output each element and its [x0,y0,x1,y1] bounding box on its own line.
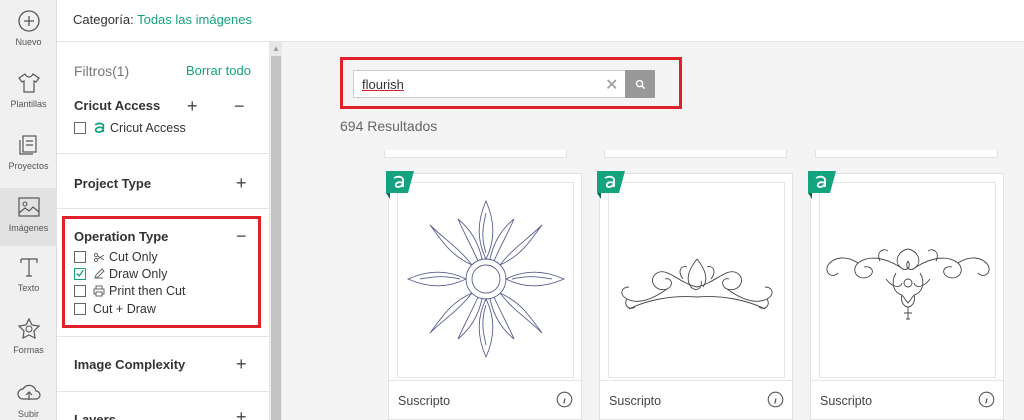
rail-item-subir[interactable]: Subir [0,380,57,420]
subscription-status: Suscripto [398,394,451,408]
cricut-access-logo-icon [94,122,105,133]
category-label: Categoría: [73,12,134,27]
scroll-up-icon[interactable]: ▲ [272,44,280,53]
results-count: 694 Resultados [340,118,438,134]
subscription-status: Suscripto [609,394,662,408]
rail-label: Formas [13,345,44,355]
checkbox[interactable] [74,121,86,134]
image-card[interactable]: Suscripto [597,171,794,420]
info-icon[interactable] [556,391,573,408]
rail-label: Texto [17,283,40,293]
section-title-layers: Layers [74,412,116,420]
rail-item-plantillas[interactable]: Plantillas [0,70,57,128]
category-breadcrumb: Categoría: Todas las imágenes [73,12,252,27]
scissors-icon [93,252,105,262]
clear-search-icon[interactable]: ✕ [605,75,618,95]
filters-scrollbar[interactable]: ▲ [270,42,282,420]
option-cut-only[interactable]: Cut Only [74,249,158,264]
text-icon [19,258,38,277]
image-thumbnail[interactable] [608,182,785,378]
image-icon [17,197,40,217]
previous-card-edge [384,150,567,158]
rail-item-nuevo[interactable]: Nuevo [0,8,57,66]
section-image-complexity: Image Complexity + [57,336,270,391]
image-card[interactable]: Suscripto [386,171,583,420]
rail-item-formas[interactable]: Formas [0,316,57,374]
rail-label: Subir [17,409,39,419]
rail-item-texto[interactable]: Texto [0,254,57,312]
subscription-status: Suscripto [820,394,873,408]
shapes-icon [17,317,40,340]
option-label: Cut Only [109,249,158,264]
clear-all-link[interactable]: Borrar todo [186,63,251,78]
option-label: Cut + Draw [93,301,156,316]
top-header: Categoría: Todas las imágenes [57,0,1024,42]
left-tool-rail: Nuevo Plantillas Proyectos Imágenes Text… [0,0,57,420]
search-highlight: ✕ [340,57,682,109]
section-project-type: Project Type + [57,153,270,208]
rail-item-imagenes[interactable]: Imágenes [0,188,57,246]
image-card[interactable]: Suscripto [808,171,1005,420]
search-button[interactable] [625,70,655,98]
cricut-access-badge-icon [386,171,414,199]
upload-cloud-icon [16,384,41,400]
section-title-image-complexity: Image Complexity [74,357,186,372]
printer-icon [93,285,105,296]
option-print-then-cut[interactable]: Print then Cut [74,283,185,298]
card-footer: Suscripto [600,380,794,420]
cricut-access-badge-icon [808,171,836,199]
cricut-access-badge-icon [597,171,625,199]
filters-title: Filtros(1) [74,63,130,79]
previous-card-edge [815,150,998,158]
ornate-scroll-image [826,248,990,320]
pen-icon [94,267,105,279]
image-complexity-expand-button[interactable]: + [236,355,247,373]
layers-expand-button[interactable]: + [236,408,247,420]
checkbox[interactable] [74,302,86,315]
option-label: Print then Cut [109,283,186,298]
operation-type-collapse-button[interactable]: − [236,227,247,245]
section-title-operation-type: Operation Type [74,229,169,244]
option-cut-draw[interactable]: Cut + Draw [74,301,156,316]
image-thumbnail[interactable] [819,182,996,378]
scrollbar-thumb[interactable] [271,56,281,420]
cricut-access-plus-button[interactable]: + [187,97,198,115]
info-icon[interactable] [767,391,784,408]
floral-medallion-image [406,199,566,359]
option-label: Cricut Access [110,120,186,135]
rail-label: Proyectos [8,161,49,171]
checkbox-checked[interactable] [74,267,86,280]
card-footer: Suscripto [389,380,583,420]
card-footer: Suscripto [811,380,1005,420]
flourish-divider-image [621,258,773,310]
section-title-project-type: Project Type [74,176,152,191]
rail-item-proyectos[interactable]: Proyectos [0,132,57,190]
rail-label: Plantillas [10,99,47,109]
projects-icon [18,135,37,155]
option-label: Draw Only [109,266,168,281]
option-draw-only[interactable]: Draw Only [74,266,167,281]
filters-panel: Filtros(1) Borrar todo Cricut Access + −… [57,42,270,420]
info-icon[interactable] [978,391,995,408]
section-title-cricut-access: Cricut Access [74,98,161,113]
section-layers: Layers + [57,391,270,420]
checkbox[interactable] [74,284,86,297]
plus-circle-icon [17,10,40,32]
option-cricut-access[interactable]: Cricut Access [74,120,186,135]
results-area: ✕ 694 Resultados [282,42,1024,420]
section-operation-type: Operation Type − Cut Only Draw Only Prin… [57,208,270,336]
previous-card-edge [604,150,787,158]
rail-label: Imágenes [8,223,49,233]
rail-label: Nuevo [15,37,42,47]
search-input[interactable] [353,70,625,98]
category-link[interactable]: Todas las imágenes [137,12,252,27]
cricut-access-collapse-button[interactable]: − [234,97,245,115]
search-icon [635,79,645,89]
project-type-expand-button[interactable]: + [236,174,247,192]
checkbox[interactable] [74,250,86,263]
image-thumbnail[interactable] [397,182,574,378]
checkmark-icon [76,269,84,278]
tshirt-icon [17,73,40,93]
